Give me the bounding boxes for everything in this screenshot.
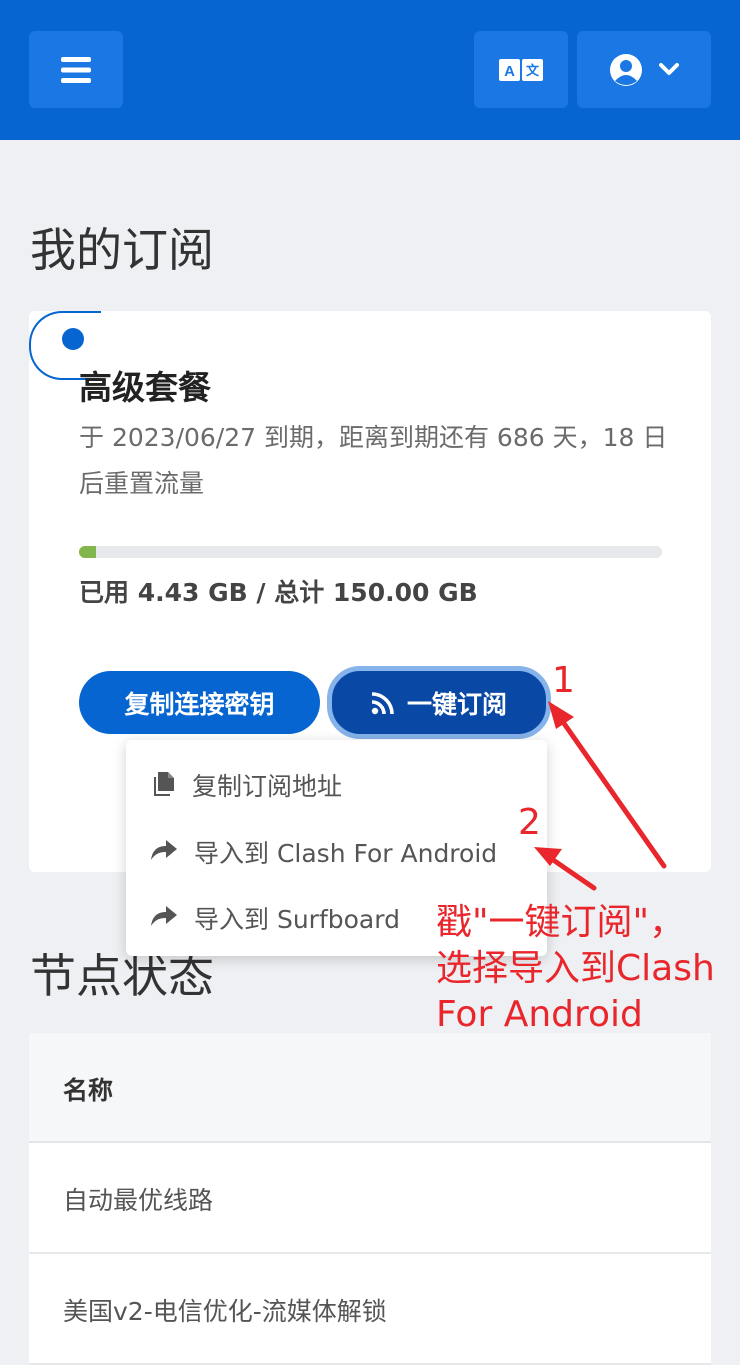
page-title: 我的订阅 xyxy=(30,223,214,277)
table-header: 名称 xyxy=(29,1033,711,1143)
one-click-subscribe-label: 一键订阅 xyxy=(406,689,507,719)
traffic-progress-bar xyxy=(79,546,662,558)
menu-item-label: 复制订阅地址 xyxy=(192,772,343,801)
column-header-name: 名称 xyxy=(63,1076,114,1105)
user-circle-icon xyxy=(610,53,642,86)
menu-item-label: 导入到 Surfboard xyxy=(194,905,400,934)
svg-text:A: A xyxy=(504,63,515,80)
gear-icon xyxy=(62,328,84,350)
svg-text:文: 文 xyxy=(526,63,540,79)
copy-key-label: 复制连接密钥 xyxy=(124,689,275,719)
share-arrow-icon xyxy=(151,840,177,860)
annotation-step-2: 2 xyxy=(518,802,541,843)
copy-icon xyxy=(154,772,174,796)
menu-item-copy-subscribe-url[interactable]: 复制订阅地址 xyxy=(126,749,547,815)
table-row[interactable]: 自动最优线路 xyxy=(29,1143,711,1254)
copy-key-button[interactable]: 复制连接密钥 xyxy=(79,671,320,734)
annotation-instruction: 戳"一键订阅"， 选择导入到Clash For Android xyxy=(436,902,715,1035)
menu-button[interactable] xyxy=(29,31,123,108)
plan-description: 于 2023/06/27 到期，距离到期还有 686 天，18 日后重置流量 xyxy=(79,423,668,498)
chevron-down-icon xyxy=(659,62,679,75)
user-menu-button[interactable] xyxy=(577,31,711,108)
language-button[interactable]: A 文 xyxy=(474,31,568,108)
rss-icon xyxy=(371,691,394,714)
menu-item-label: 导入到 Clash For Android xyxy=(194,839,498,868)
node-name: 自动最优线路 xyxy=(63,1186,214,1215)
traffic-usage: 已用 4.43 GB / 总计 150.00 GB xyxy=(79,578,478,607)
table-row[interactable]: 美国v2-电信优化-流媒体解锁 xyxy=(29,1254,711,1365)
menu-item-import-clash[interactable]: 导入到 Clash For Android xyxy=(126,816,547,882)
traffic-progress-fill xyxy=(79,546,97,558)
one-click-subscribe-button[interactable]: 一键订阅 xyxy=(327,666,551,739)
hamburger-icon xyxy=(61,56,91,83)
plan-name: 高级套餐 xyxy=(79,368,211,407)
annotation-step-1: 1 xyxy=(552,660,575,701)
share-arrow-icon xyxy=(151,906,177,926)
translate-icon: A 文 xyxy=(499,58,543,81)
node-name: 美国v2-电信优化-流媒体解锁 xyxy=(63,1297,387,1326)
top-navbar: A 文 xyxy=(0,0,740,140)
